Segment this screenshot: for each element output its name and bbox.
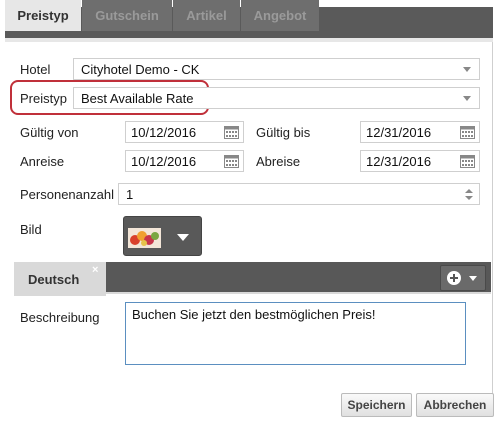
gueltig-bis-label: Gültig bis (256, 125, 311, 140)
tab-preistyp[interactable]: Preistyp (5, 0, 81, 31)
beschreibung-value: Buchen Sie jetzt den bestmöglichen Preis… (132, 307, 376, 322)
tab-underline (5, 38, 493, 42)
image-picker-button[interactable] (123, 216, 202, 256)
close-icon[interactable]: × (92, 264, 98, 276)
abreise-label: Abreise (256, 154, 301, 169)
preistyp-label: Preistyp (20, 91, 67, 106)
anreise-field[interactable]: 10/12/2016 (125, 150, 244, 172)
personen-label: Personenanzahl (20, 187, 114, 202)
hotel-value: Cityhotel Demo - CK (81, 62, 200, 77)
price-dialog: Preistyp Gutschein Artikel Angebot Hotel… (0, 0, 502, 423)
tab-angebot[interactable]: Angebot (241, 0, 319, 31)
abreise-value: 12/31/2016 (366, 154, 432, 169)
calendar-icon[interactable] (460, 155, 475, 168)
chevron-down-icon (469, 276, 477, 281)
save-button[interactable]: Speichern (341, 393, 412, 417)
personen-stepper[interactable]: 1 (118, 183, 480, 205)
personen-value: 1 (126, 187, 134, 202)
gueltig-bis-field[interactable]: 12/31/2016 (360, 121, 480, 143)
gueltig-von-label: Gültig von (20, 125, 79, 140)
preistyp-select[interactable]: Best Available Rate (73, 87, 480, 109)
chevron-down-icon (463, 67, 471, 72)
gueltig-von-value: 10/12/2016 (131, 125, 197, 140)
calendar-icon[interactable] (224, 155, 239, 168)
panel-border (492, 42, 493, 404)
hotel-label: Hotel (20, 62, 51, 77)
bild-label: Bild (20, 222, 42, 237)
gueltig-von-field[interactable]: 10/12/2016 (125, 121, 244, 143)
abreise-field[interactable]: 12/31/2016 (360, 150, 480, 172)
beschreibung-textarea[interactable]: Buchen Sie jetzt den bestmöglichen Preis… (125, 302, 466, 365)
language-tab-label: Deutsch (28, 272, 80, 287)
cancel-button[interactable]: Abbrechen (416, 393, 494, 417)
anreise-label: Anreise (20, 154, 65, 169)
add-language-button[interactable] (440, 265, 486, 291)
tab-gutschein[interactable]: Gutschein (82, 0, 172, 31)
food-image-thumbnail (128, 228, 161, 248)
chevron-up-icon[interactable] (465, 189, 473, 193)
beschreibung-label: Beschreibung (20, 310, 100, 325)
chevron-down-icon (177, 234, 189, 241)
language-underline (14, 292, 491, 294)
calendar-icon[interactable] (460, 126, 475, 139)
chevron-down-icon[interactable] (465, 196, 473, 200)
calendar-icon[interactable] (224, 126, 239, 139)
anreise-value: 10/12/2016 (131, 154, 197, 169)
chevron-down-icon (463, 96, 471, 101)
preistyp-value: Best Available Rate (81, 91, 194, 106)
hotel-select[interactable]: Cityhotel Demo - CK (73, 58, 480, 80)
tab-artikel[interactable]: Artikel (173, 0, 240, 31)
gueltig-bis-value: 12/31/2016 (366, 125, 432, 140)
plus-icon (447, 271, 461, 285)
